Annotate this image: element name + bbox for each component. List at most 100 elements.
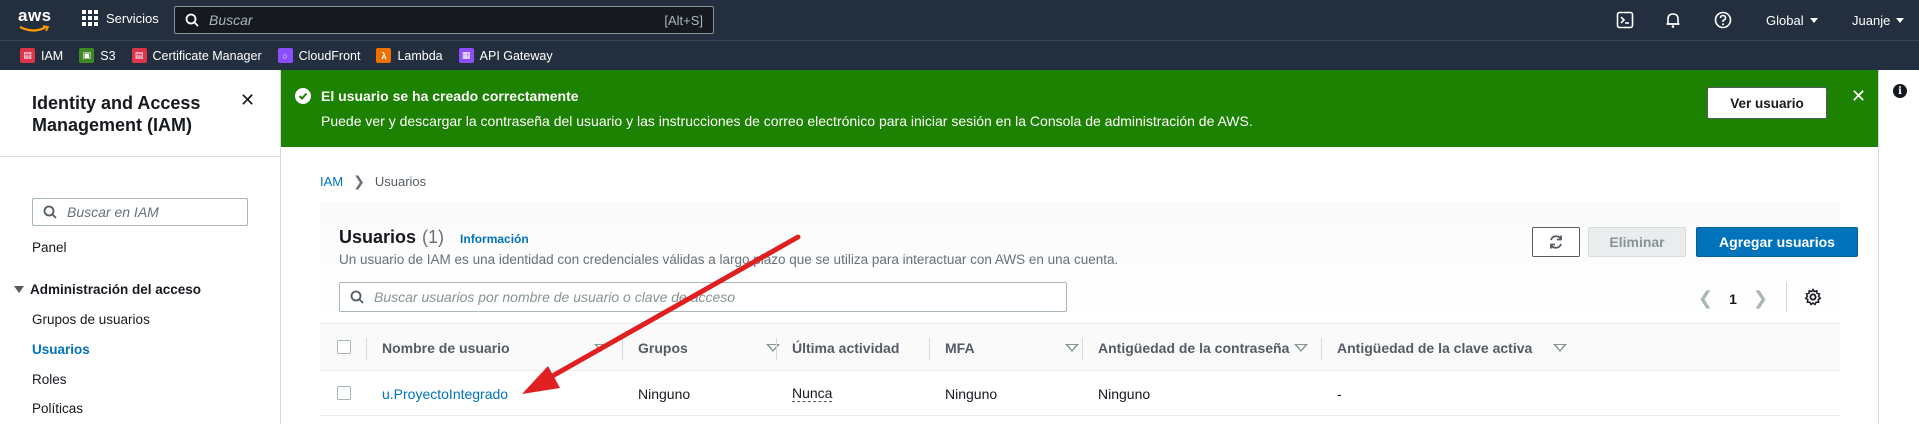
column-label: MFA xyxy=(945,340,975,356)
page-title: Usuarios (1) Información xyxy=(339,227,529,248)
account-menu[interactable]: Juanje xyxy=(1852,13,1905,28)
close-icon[interactable]: ✕ xyxy=(240,90,255,111)
cloudfront-service-icon: ○ xyxy=(277,48,293,63)
view-user-button[interactable]: Ver usuario xyxy=(1707,87,1827,119)
pagination: ❮ 1 ❯ xyxy=(1698,288,1768,309)
global-search[interactable]: [Alt+S] xyxy=(174,6,714,34)
sidebar-item-users[interactable]: Usuarios xyxy=(32,342,90,357)
column-divider xyxy=(1082,338,1083,360)
favorite-iam[interactable]: ▤ IAM xyxy=(20,48,63,63)
table-header: Nombre de usuario Grupos Última activida… xyxy=(320,323,1840,371)
chevron-left-icon[interactable]: ❮ xyxy=(1698,288,1713,309)
sidebar-item-panel[interactable]: Panel xyxy=(32,240,67,255)
api-gateway-service-icon: ▦ xyxy=(458,48,474,63)
s3-service-icon: ▣ xyxy=(79,48,95,63)
delete-button[interactable]: Eliminar xyxy=(1588,227,1686,257)
users-table-panel: Usuarios (1) Información Un usuario de I… xyxy=(320,202,1858,424)
breadcrumb-iam-link[interactable]: IAM xyxy=(320,174,343,189)
chevron-right-icon: ❯ xyxy=(353,173,365,189)
favorite-label: S3 xyxy=(100,48,116,63)
active-key-age-cell: - xyxy=(1337,385,1342,402)
column-header-mfa[interactable]: MFA xyxy=(945,324,1081,372)
column-label: Nombre de usuario xyxy=(382,340,510,356)
column-divider xyxy=(929,338,930,360)
sidebar-section-access-management[interactable]: Administración del acceso xyxy=(14,282,201,297)
flash-title: El usuario se ha creado correctamente xyxy=(321,88,579,104)
users-search-input[interactable] xyxy=(340,289,1066,305)
row-checkbox[interactable] xyxy=(337,386,351,400)
chevron-right-icon[interactable]: ❯ xyxy=(1753,288,1768,309)
search-icon xyxy=(185,13,199,27)
table-row: u.ProyectoIntegrado Ninguno Nunca Ningun… xyxy=(320,371,1840,416)
grid-icon xyxy=(82,10,98,26)
info-link[interactable]: Información xyxy=(460,232,529,246)
sidebar-item-user-groups[interactable]: Grupos de usuarios xyxy=(32,312,150,327)
column-label: Última actividad xyxy=(792,340,900,356)
groups-cell: Ninguno xyxy=(638,385,691,402)
sidebar-item-policies[interactable]: Políticas xyxy=(32,401,83,416)
bell-icon[interactable] xyxy=(1664,11,1682,29)
favorites-bar: ▤ IAM ▣ S3 ▤ Certificate Manager ○ Cloud… xyxy=(0,40,1919,70)
refresh-button[interactable] xyxy=(1532,227,1580,257)
column-header-password-age[interactable]: Antigüedad de la contraseña xyxy=(1098,324,1322,372)
success-flash-banner: El usuario se ha creado correctamente Pu… xyxy=(281,70,1878,147)
panel-header: Usuarios (1) Información Un usuario de I… xyxy=(320,202,1858,323)
global-search-input[interactable] xyxy=(175,12,713,28)
sort-icon xyxy=(1065,344,1079,352)
aws-logo-text: aws xyxy=(18,6,52,25)
column-label: Antigüedad de la clave activa xyxy=(1337,340,1533,356)
column-divider xyxy=(1321,338,1322,360)
favorite-s3[interactable]: ▣ S3 xyxy=(79,48,116,63)
search-shortcut-hint: [Alt+S] xyxy=(664,13,703,28)
refresh-icon xyxy=(1550,235,1562,249)
favorite-label: API Gateway xyxy=(479,48,553,63)
user-label: Juanje xyxy=(1852,13,1891,28)
favorite-certificate-manager[interactable]: ▤ Certificate Manager xyxy=(131,48,262,63)
select-all-checkbox[interactable] xyxy=(337,340,351,354)
iam-service-icon: ▤ xyxy=(20,48,35,63)
favorite-lambda[interactable]: λ Lambda xyxy=(376,48,443,63)
search-icon xyxy=(43,205,57,219)
pager-divider xyxy=(1786,282,1787,312)
gear-icon[interactable] xyxy=(1804,288,1822,306)
favorite-label: Lambda xyxy=(397,48,443,63)
add-users-button[interactable]: Agregar usuarios xyxy=(1696,227,1858,257)
sort-icon xyxy=(766,344,780,352)
column-header-last-activity[interactable]: Última actividad xyxy=(792,324,928,372)
search-icon xyxy=(350,290,364,304)
username-link[interactable]: u.ProyectoIntegrado xyxy=(382,371,508,416)
info-icon[interactable]: i xyxy=(1893,84,1907,98)
favorite-cloudfront[interactable]: ○ CloudFront xyxy=(277,48,360,63)
breadcrumb: IAM ❯ Usuarios xyxy=(320,173,426,190)
users-search[interactable] xyxy=(339,282,1067,312)
aws-logo[interactable]: aws xyxy=(18,6,52,34)
favorite-api-gateway[interactable]: ▦ API Gateway xyxy=(458,48,553,63)
cloudshell-icon[interactable] xyxy=(1616,11,1634,29)
column-divider xyxy=(366,338,367,360)
section-title: Administración del acceso xyxy=(30,282,202,297)
column-header-username[interactable]: Nombre de usuario xyxy=(382,324,608,372)
sidebar-title: Identity and Access Management (IAM) xyxy=(32,93,201,135)
sort-icon xyxy=(1294,344,1308,352)
check-circle-icon xyxy=(295,88,311,104)
lambda-service-icon: λ xyxy=(376,48,392,63)
services-menu-button[interactable]: Servicios xyxy=(82,10,159,26)
help-icon[interactable] xyxy=(1714,11,1732,29)
panel-description: Un usuario de IAM es una identidad con c… xyxy=(339,252,1119,267)
sort-icon xyxy=(1553,344,1567,352)
column-header-active-key-age[interactable]: Antigüedad de la clave activa xyxy=(1337,324,1567,372)
close-icon[interactable]: ✕ xyxy=(1851,86,1866,107)
aws-smile-icon xyxy=(19,25,50,32)
sidebar-item-roles[interactable]: Roles xyxy=(32,372,67,387)
password-age-cell: Ninguno xyxy=(1098,385,1151,402)
caret-down-icon xyxy=(14,286,24,293)
sidebar: Identity and Access Management (IAM) ✕ P… xyxy=(0,70,281,424)
sidebar-search[interactable] xyxy=(32,198,248,226)
main-content: IAM ❯ Usuarios Usuarios (1) Información … xyxy=(281,147,1878,424)
sort-icon xyxy=(594,344,608,352)
sidebar-search-input[interactable] xyxy=(33,204,247,220)
region-selector[interactable]: Global xyxy=(1766,13,1818,28)
column-header-groups[interactable]: Grupos xyxy=(638,324,780,372)
favorite-label: Certificate Manager xyxy=(152,48,262,63)
page-number[interactable]: 1 xyxy=(1729,291,1737,307)
